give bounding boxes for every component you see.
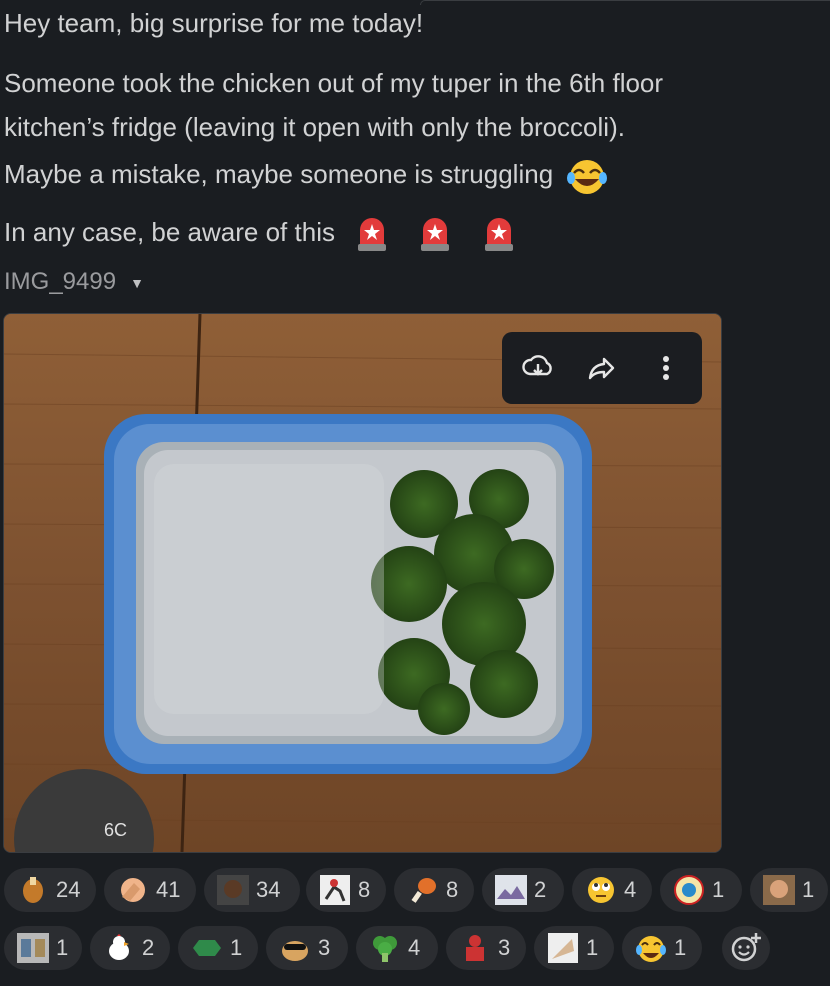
reaction-pill[interactable]: 1 xyxy=(622,926,702,970)
image-toolbar xyxy=(502,332,702,404)
reaction-pill[interactable]: 4 xyxy=(572,868,652,912)
chicken-icon xyxy=(102,931,136,965)
rotating-light-icon xyxy=(358,218,387,251)
add-reaction-button[interactable] xyxy=(722,926,770,970)
reaction-pill[interactable]: 8 xyxy=(306,868,386,912)
reaction-pill[interactable]: 1 xyxy=(4,926,82,970)
message-line-2: Someone took the chicken out of my tuper… xyxy=(4,68,664,98)
attachment-filename-label: IMG_9499 xyxy=(4,268,117,295)
reaction-pill[interactable]: 41 xyxy=(104,868,196,912)
share-icon[interactable] xyxy=(584,350,620,386)
facepalm-icon xyxy=(116,873,150,907)
chef-icon xyxy=(458,931,492,965)
drumstick-icon xyxy=(406,873,440,907)
reaction-pill[interactable]: 2 xyxy=(90,926,170,970)
attachment-filename[interactable]: IMG_9499 ▼ xyxy=(4,268,144,296)
reaction-pill[interactable]: 3 xyxy=(266,926,348,970)
running-chef-icon xyxy=(318,873,352,907)
message-line-5: In any case, be aware of this xyxy=(4,216,533,252)
rotating-light-icon xyxy=(421,218,450,251)
reaction-pill[interactable]: 1 xyxy=(750,868,828,912)
reaction-pill[interactable]: 2 xyxy=(482,868,564,912)
rotating-light-icon xyxy=(484,218,513,251)
hand-icon xyxy=(546,931,580,965)
reaction-pill[interactable]: 4 xyxy=(356,926,438,970)
message-line-4-text: Maybe a mistake, maybe someone is strugg… xyxy=(4,158,554,189)
face-photo-icon xyxy=(216,873,250,907)
message-line-4: Maybe a mistake, maybe someone is strugg… xyxy=(4,156,608,196)
message-line-5-text: In any case, be aware of this xyxy=(4,216,335,247)
los-pollos-icon xyxy=(672,873,706,907)
reaction-pill[interactable]: 1 xyxy=(660,868,742,912)
chicken-leg-icon xyxy=(16,873,50,907)
download-icon[interactable] xyxy=(520,350,556,386)
caret-down-icon[interactable]: ▼ xyxy=(130,275,144,291)
add-reaction-icon xyxy=(731,933,761,962)
joy-icon xyxy=(634,931,668,965)
meme-icon xyxy=(16,931,50,965)
reaction-pill[interactable]: 8 xyxy=(394,868,474,912)
eye-roll-icon xyxy=(584,873,618,907)
man-photo-icon xyxy=(762,873,796,907)
speaker-label: 6C xyxy=(104,820,127,840)
reaction-pill[interactable]: 1 xyxy=(178,926,258,970)
broccoli-icon xyxy=(368,931,402,965)
joy-emoji-icon xyxy=(567,160,608,194)
scene-icon xyxy=(494,873,528,907)
reaction-pill[interactable]: 3 xyxy=(446,926,526,970)
reaction-pill[interactable]: 24 xyxy=(4,868,96,912)
reaction-pill[interactable]: 1 xyxy=(534,926,614,970)
reaction-pill[interactable]: 34 xyxy=(204,868,300,912)
message-line-3: kitchen’s fridge (leaving it open with o… xyxy=(4,112,625,142)
thread-border xyxy=(420,0,830,5)
message-line-1: Hey team, big surprise for me today! xyxy=(4,8,424,38)
more-icon[interactable] xyxy=(648,350,684,386)
cool-dog-icon xyxy=(278,931,312,965)
sign-icon xyxy=(190,931,224,965)
